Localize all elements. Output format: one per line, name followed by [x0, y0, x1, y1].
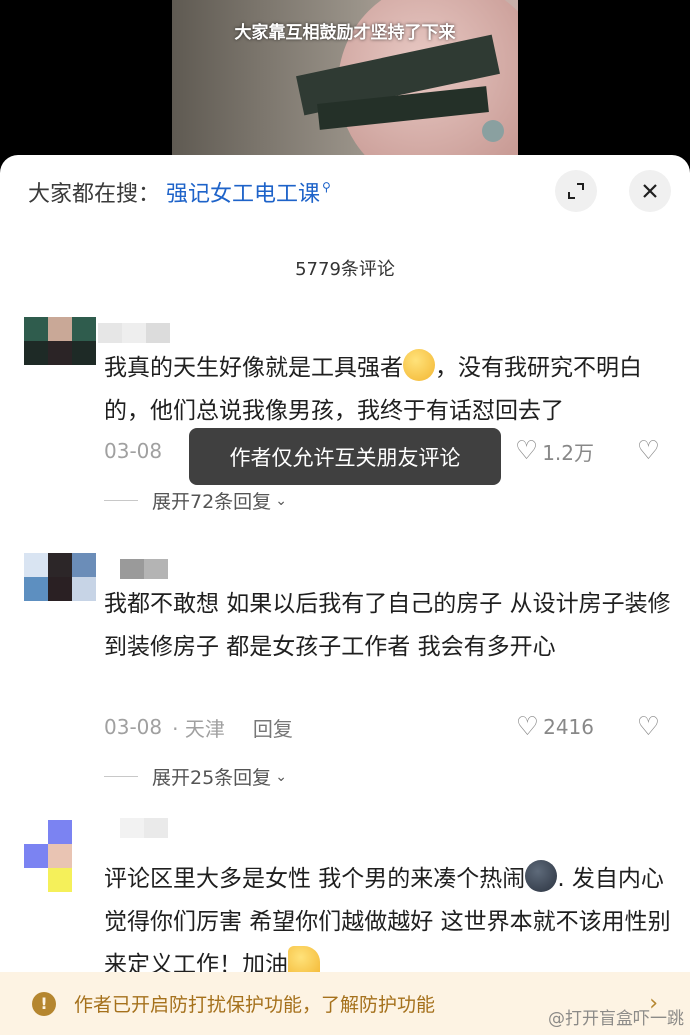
comment-sheet: 大家都在搜： 强记女工电工课 ⚲ 5779条评论 我真的天生好像就是工具强者 ，没…: [0, 155, 690, 1035]
comment-item: 评论区里大多是女性 我个男的来凑个热闹. 发自内心觉得你们厉害 希望你们越做越好…: [24, 818, 674, 980]
username-blurred[interactable]: [120, 818, 168, 838]
avatar[interactable]: [24, 553, 96, 601]
expand-replies-label: 展开72条回复: [152, 491, 272, 513]
chevron-down-icon: ⌄: [275, 492, 287, 509]
heart-icon: ♡: [514, 436, 539, 466]
expand-replies-label: 展开25条回复: [152, 767, 272, 789]
like-button[interactable]: ♡ 2416: [516, 712, 594, 742]
expand-icon: [568, 183, 584, 199]
reply-button[interactable]: 回复: [253, 713, 293, 742]
search-suggestion[interactable]: 大家都在搜： 强记女工电工课 ⚲: [28, 175, 331, 209]
comment-date: 03-08: [104, 439, 163, 463]
protection-notice-bar[interactable]: ! 作者已开启防打扰保护功能，了解防护功能 › @打开盲盒吓一跳: [0, 972, 690, 1035]
teary-face-emoji-icon: [403, 349, 435, 381]
comment-count: 5779条评论: [295, 259, 395, 280]
expand-button[interactable]: [555, 170, 597, 212]
heart-icon: ♡: [515, 712, 540, 742]
notice-text: 作者已开启防打扰保护功能，了解防护功能: [74, 994, 436, 1016]
comment-text[interactable]: 我真的天生好像就是工具强者 ，没有我研究不明白的，他们总说我像男孩，我终于有话怼回…: [104, 347, 674, 433]
search-prefix: 大家都在搜：: [28, 182, 161, 207]
watermark: @打开盲盒吓一跳: [548, 1009, 684, 1029]
expand-replies[interactable]: 展开72条回复 ⌄: [104, 487, 287, 514]
dislike-icon[interactable]: ♡: [637, 712, 660, 742]
comment-text[interactable]: 我都不敢想 如果以后我有了自己的房子 从设计房子装修 到装修房子 都是女孩子工作…: [104, 583, 674, 669]
comment-date: 03-08: [104, 715, 163, 739]
like-count: 2416: [543, 715, 594, 739]
close-button[interactable]: [629, 170, 671, 212]
comment-text[interactable]: 评论区里大多是女性 我个男的来凑个热闹. 发自内心觉得你们厉害 希望你们越做越好…: [104, 858, 674, 987]
chevron-down-icon: ⌄: [275, 768, 287, 785]
divider-line: [104, 776, 138, 777]
info-icon: !: [32, 991, 56, 1016]
comment-location: · 天津: [172, 716, 225, 741]
comment-meta: 03-08 · 天津 回复 ♡ 2416 ♡: [104, 712, 674, 742]
comment-item: 我都不敢想 如果以后我有了自己的房子 从设计房子装修 到装修房子 都是女孩子工作…: [24, 553, 674, 803]
dark-moon-face-emoji-icon: [525, 860, 558, 892]
avatar[interactable]: [24, 317, 96, 365]
expand-replies[interactable]: 展开25条回复 ⌄: [104, 763, 287, 790]
avatar[interactable]: [24, 820, 72, 892]
divider-line: [104, 500, 138, 501]
username-blurred[interactable]: [98, 323, 170, 343]
video-subtitle: 大家靠互相鼓励才坚持了下来: [234, 23, 456, 43]
search-term-link[interactable]: 强记女工电工课: [166, 176, 320, 208]
search-icon: ⚲: [322, 180, 331, 194]
restriction-toast: 作者仅允许互关朋友评论: [189, 428, 501, 485]
username-blurred[interactable]: [120, 559, 168, 579]
comment-item: 我真的天生好像就是工具强者 ，没有我研究不明白的，他们总说我像男孩，我终于有话怼回…: [24, 317, 674, 517]
like-count: 1.2万: [542, 440, 594, 465]
dislike-icon[interactable]: ♡: [637, 436, 660, 466]
like-button[interactable]: ♡ 1.2万: [515, 436, 594, 466]
video-area[interactable]: 大家靠互相鼓励才坚持了下来: [0, 0, 690, 170]
close-icon: [643, 184, 657, 198]
